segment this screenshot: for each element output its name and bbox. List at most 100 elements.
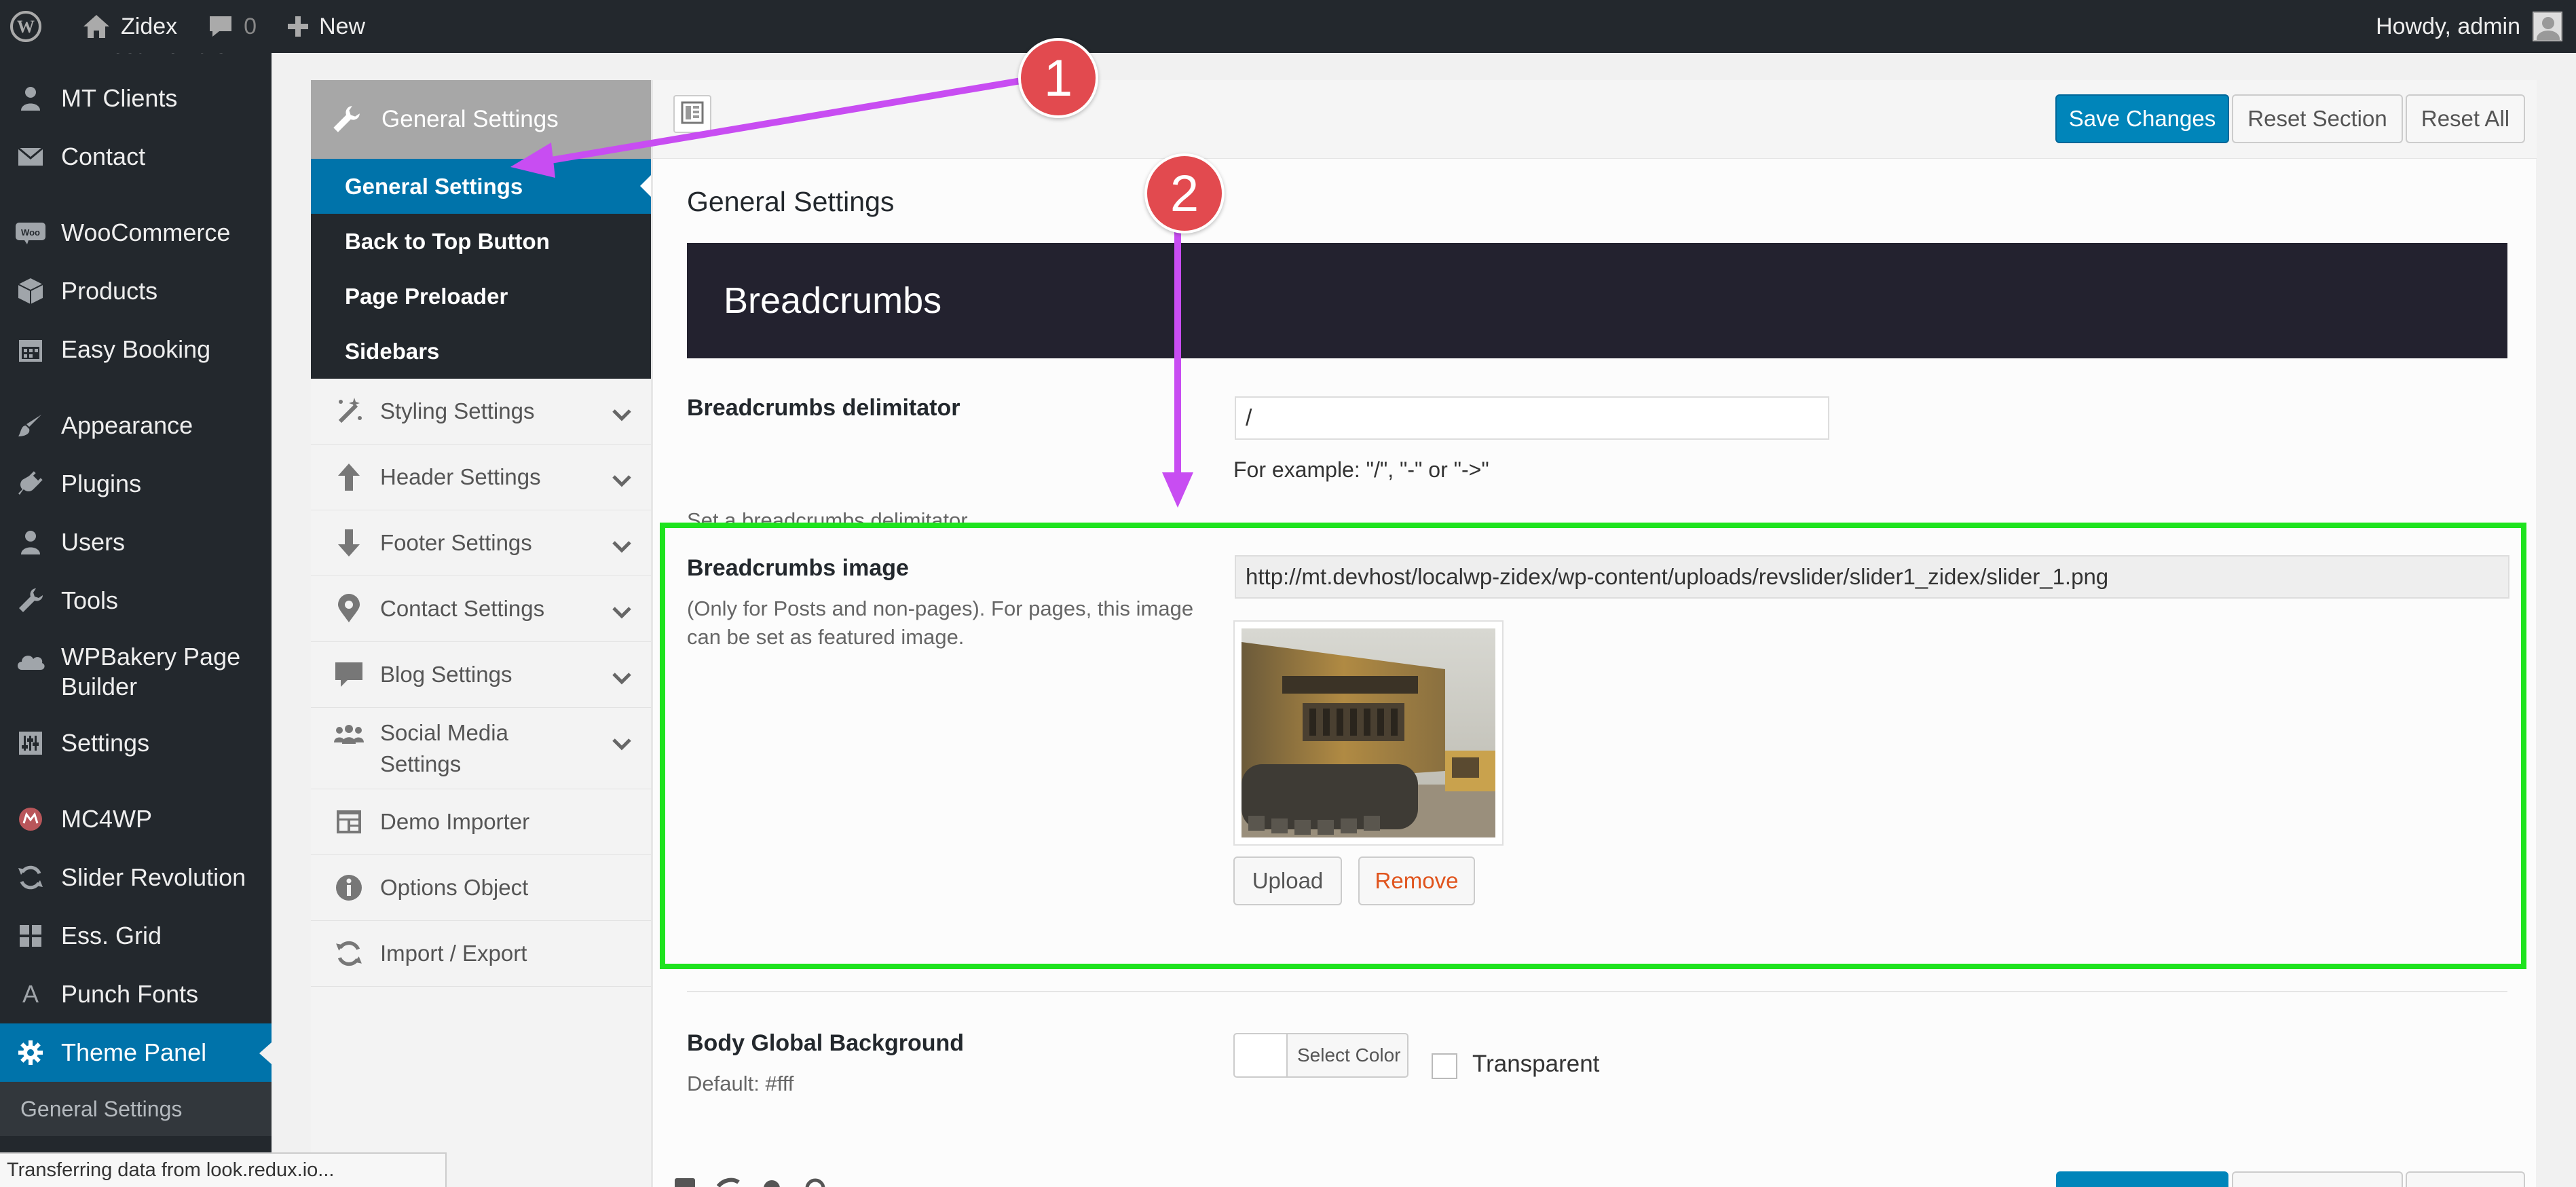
comments-link[interactable]: 0 — [192, 0, 272, 53]
calendar-icon — [15, 334, 46, 365]
redux-sidebar: General Settings General Settings Back t… — [311, 80, 652, 1187]
highlight-box — [660, 523, 2526, 969]
delimiter-input[interactable]: / — [1235, 396, 1829, 440]
howdy-text: Howdy, admin — [2376, 13, 2520, 39]
menu-item-plugins[interactable]: Plugins — [0, 455, 272, 513]
section-demo-importer[interactable]: Demo Importer — [311, 789, 651, 855]
reset-all-button-bottom[interactable] — [2406, 1171, 2525, 1187]
reset-section-button[interactable]: Reset Section — [2232, 94, 2403, 143]
person-icon — [15, 527, 46, 558]
menu-item-punch-fonts[interactable]: A Punch Fonts — [0, 965, 272, 1023]
envelope-icon — [15, 141, 46, 172]
person-icon — [15, 83, 46, 114]
admin-bar: W Zidex 0 New Howdy, admin — [0, 0, 2576, 53]
refresh-icon — [331, 938, 367, 969]
reset-section-button-bottom[interactable] — [2232, 1171, 2403, 1187]
section-footer-settings[interactable]: Footer Settings — [311, 510, 651, 576]
svg-text:Woo: Woo — [21, 227, 40, 238]
expand-options-button[interactable] — [673, 95, 711, 133]
breadcrumbs-banner: Breadcrumbs — [687, 243, 2507, 358]
section-options-object[interactable]: Options Object — [311, 855, 651, 921]
footer-social-icons — [673, 1177, 827, 1187]
comments-count: 0 — [244, 13, 257, 39]
menu-item-slider-revolution[interactable]: Slider Revolution — [0, 848, 272, 907]
menu-item-wpbakery[interactable]: WPBakery Page Builder — [0, 630, 272, 714]
chevron-down-icon — [612, 468, 632, 493]
chevron-down-icon — [612, 665, 632, 691]
breadcrumbs-banner-title: Breadcrumbs — [724, 280, 942, 321]
transparent-checkbox[interactable] — [1432, 1053, 1457, 1079]
save-changes-button[interactable]: Save Changes — [2055, 94, 2229, 143]
map-pin-icon — [331, 593, 367, 624]
subsection-page-preloader[interactable]: Page Preloader — [311, 269, 651, 324]
general-settings-submenu: General Settings Back to Top Button Page… — [311, 159, 651, 379]
home-icon — [81, 13, 111, 40]
layout-icon — [681, 101, 704, 128]
section-contact-settings[interactable]: Contact Settings — [311, 576, 651, 642]
chevron-down-icon — [612, 402, 632, 428]
wrench-icon — [15, 585, 46, 616]
section-import-export[interactable]: Import / Export — [311, 921, 651, 987]
annotation-badge-1: 1 — [1018, 38, 1098, 118]
facebook-icon[interactable] — [673, 1177, 696, 1187]
menu-item-settings[interactable]: Settings — [0, 714, 272, 772]
menu-item-contact[interactable]: Contact — [0, 128, 272, 186]
menu-item-ess-grid[interactable]: Ess. Grid — [0, 907, 272, 965]
arrow-down-icon — [331, 527, 367, 559]
gear-icon[interactable] — [760, 1177, 783, 1187]
info-icon — [331, 872, 367, 903]
submenu-general-settings[interactable]: General Settings — [0, 1082, 272, 1136]
chevron-down-icon — [612, 533, 632, 559]
woo-icon: Woo — [15, 217, 46, 248]
site-name-link[interactable]: Zidex — [67, 0, 192, 53]
menu-item-products[interactable]: Products — [0, 262, 272, 320]
arrow-up-icon — [331, 461, 367, 493]
menu-item-appearance[interactable]: Appearance — [0, 396, 272, 455]
menu-item-tools[interactable]: Tools — [0, 571, 272, 630]
section-social-media-settings[interactable]: Social Media Settings — [311, 708, 651, 789]
new-content-link[interactable]: New — [272, 0, 380, 53]
cloud-icon — [15, 645, 46, 676]
subsection-sidebars[interactable]: Sidebars — [311, 324, 651, 379]
section-blog-settings[interactable]: Blog Settings — [311, 642, 651, 708]
subsection-back-to-top[interactable]: Back to Top Button — [311, 214, 651, 269]
refresh-icon — [15, 862, 46, 893]
menu-item-theme-panel[interactable]: Theme Panel — [0, 1023, 272, 1082]
box-icon — [15, 276, 46, 307]
menu-item-easy-booking[interactable]: Easy Booking — [0, 320, 272, 379]
menu-item-mt-clients[interactable]: MT Clients — [0, 69, 272, 128]
menu-item-users[interactable]: Users — [0, 513, 272, 571]
body-background-description: Default: #fff — [687, 1072, 794, 1095]
wordpress-logo-button[interactable]: W — [0, 0, 67, 53]
site-name: Zidex — [121, 13, 178, 39]
reset-all-button[interactable]: Reset All — [2406, 94, 2525, 143]
grid-icon — [15, 920, 46, 952]
annotation-badge-2: 2 — [1144, 153, 1225, 233]
section-general-settings[interactable]: General Settings — [311, 80, 651, 159]
subsection-general-settings[interactable]: General Settings — [311, 159, 651, 214]
font-a-icon: A — [22, 980, 39, 1008]
menu-item-woocommerce[interactable]: Woo WooCommerce — [0, 204, 272, 262]
section-styling-settings[interactable]: Styling Settings — [311, 379, 651, 445]
section-heading: General Settings — [687, 186, 895, 217]
sliders-icon — [15, 728, 46, 759]
save-changes-button-bottom[interactable] — [2056, 1171, 2228, 1187]
redux-action-bar: Save Changes Reset Section Reset All — [653, 80, 2537, 159]
help-icon[interactable] — [804, 1177, 827, 1187]
layout-icon — [331, 806, 367, 837]
comment-bubble-icon — [207, 14, 234, 39]
menu-item-mc4wp[interactable]: MC4WP — [0, 790, 272, 848]
section-header-settings[interactable]: Header Settings — [311, 445, 651, 510]
new-label: New — [319, 13, 366, 39]
delimiter-label: Breadcrumbs delimitator — [687, 395, 960, 421]
twitter-icon[interactable] — [716, 1177, 740, 1187]
plus-icon — [286, 15, 310, 38]
gear-icon — [15, 1037, 46, 1068]
wordpress-logo-icon: W — [10, 10, 42, 43]
brush-icon — [15, 410, 46, 441]
group-icon — [331, 719, 367, 750]
magic-wand-icon — [331, 396, 367, 427]
select-color-button[interactable]: Select Color — [1233, 1033, 1408, 1078]
my-account[interactable]: Howdy, admin — [2376, 12, 2576, 41]
plug-icon — [15, 468, 46, 500]
